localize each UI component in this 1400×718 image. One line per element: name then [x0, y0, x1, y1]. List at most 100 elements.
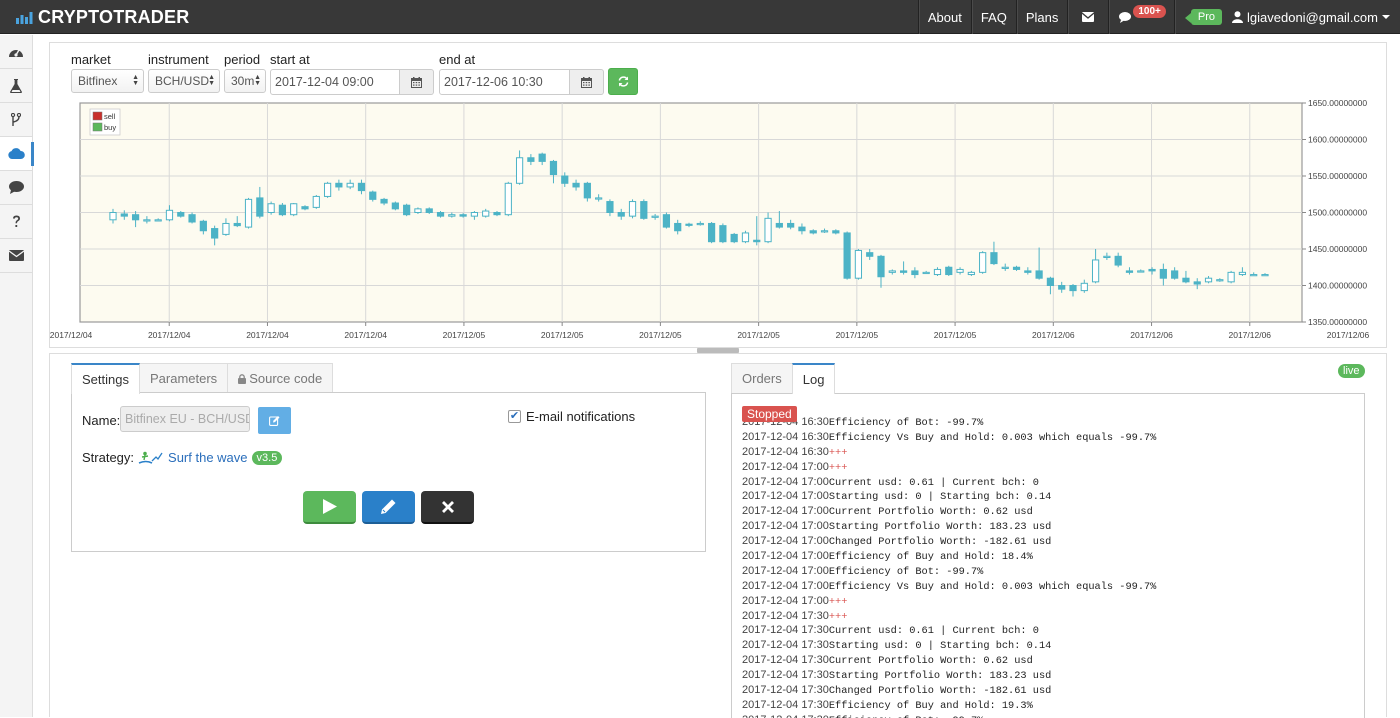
sidebar-item-lab[interactable] [0, 69, 32, 103]
log-timestamp: 2017-12-04 17:00 [742, 475, 829, 488]
end-calendar-button[interactable] [570, 69, 604, 95]
candle-body [787, 222, 795, 228]
left-sidebar [0, 35, 34, 717]
candle-body [606, 201, 614, 214]
start-calendar-button[interactable] [400, 69, 434, 95]
candle-body [1159, 268, 1167, 279]
candle-body [143, 219, 151, 222]
lock-icon [238, 373, 247, 384]
candle-body [617, 212, 625, 217]
candle-body [459, 214, 467, 217]
nav-chat[interactable]: 100+ [1108, 0, 1174, 34]
log-line: 2017-12-04 17:00Changed Portfolio Worth:… [742, 534, 1362, 549]
sidebar-item-contact[interactable] [0, 239, 32, 273]
candle-body [707, 222, 716, 243]
instrument-group: instrument BCH/USD ▲ ▼ [148, 52, 220, 93]
nav-messages[interactable] [1067, 0, 1108, 34]
log-line: 2017-12-04 16:30Efficiency Vs Buy and Ho… [742, 430, 1362, 445]
start-bot-button[interactable] [303, 491, 356, 524]
end-label: end at [439, 52, 476, 67]
start-label: start at [270, 52, 310, 67]
candle-body [775, 222, 783, 228]
envelope-icon [1082, 12, 1095, 22]
brand-logo[interactable]: CRYPTOTRADER [16, 6, 189, 28]
price-chart: 1650.00000000 1600.00000000 1550.00000000 1… [50, 99, 1388, 347]
x-tick-label: 2017/12/05 [737, 330, 780, 340]
market-select[interactable]: Bitfinex ▲ ▼ [71, 69, 144, 93]
candle-body [1261, 274, 1269, 277]
candle-body [1103, 255, 1111, 259]
nav-plans[interactable]: Plans [1015, 0, 1068, 34]
nav-about[interactable]: About [917, 0, 971, 34]
period-label: period [224, 52, 261, 67]
legend-swatch-sell [92, 111, 103, 121]
sidebar-item-cloud[interactable] [0, 137, 34, 171]
candle-body [1069, 285, 1077, 292]
candle-body [820, 230, 829, 233]
candle-body [628, 201, 637, 217]
candle-body [877, 255, 885, 278]
chat-bubble-icon [8, 181, 24, 194]
log-message: Starting usd: 0 | Starting bch: 0.14 [828, 640, 1052, 653]
sidebar-item-help[interactable] [0, 205, 32, 239]
period-group: period 30m ▲ ▼ [224, 52, 266, 93]
delete-bot-button[interactable] [421, 491, 474, 524]
log-timestamp: 2017-12-04 16:30 [742, 445, 829, 458]
settings-tabs: Settings Parameters Source code [71, 363, 334, 394]
tab-log[interactable]: Log [791, 363, 836, 394]
end-date-input[interactable]: 2017-12-06 10:30 [439, 69, 570, 95]
candle-body [470, 212, 479, 217]
candle-body [990, 252, 998, 265]
start-group: start at 2017-12-04 09:00 [270, 52, 434, 95]
refresh-button[interactable] [608, 68, 638, 95]
log-message: Efficiency of Bot: -99.7% [828, 417, 984, 429]
candle-body [335, 182, 343, 188]
nav-user-menu[interactable]: Pro lgiavedoni@gmail.com [1173, 0, 1400, 34]
email-notifications[interactable]: ✔ E-mail notifications [508, 409, 635, 424]
start-date-input[interactable]: 2017-12-04 09:00 [270, 69, 400, 95]
sidebar-item-dashboard[interactable] [0, 35, 32, 69]
candle-body [211, 228, 219, 239]
log-timestamp: 2017-12-04 17:00 [742, 460, 829, 473]
log-message: +++ [828, 610, 848, 623]
candle-body [267, 203, 275, 213]
edit-bot-button[interactable] [362, 491, 415, 524]
sidebar-item-forks[interactable] [0, 103, 32, 137]
candle-body [764, 217, 772, 243]
nav-faq-label: FAQ [980, 9, 1007, 25]
bot-name-input[interactable]: Bitfinex EU - BCH/USD [120, 406, 250, 432]
log-message: +++ [828, 595, 848, 608]
log-timestamp: 2017-12-04 17:30 [742, 698, 829, 711]
candle-body [922, 271, 930, 275]
edit-name-button[interactable] [258, 407, 291, 434]
sidebar-item-chat[interactable] [0, 171, 32, 205]
nav-faq[interactable]: FAQ [970, 0, 1016, 34]
tab-parameters[interactable]: Parameters [138, 363, 229, 393]
instrument-select[interactable]: BCH/USD ▲ ▼ [148, 69, 220, 93]
email-notifications-checkbox[interactable]: ✔ [508, 410, 521, 423]
y-tick-label: 1550.00000000 [1308, 171, 1367, 181]
candle-body [1114, 255, 1122, 266]
candle-body [1227, 271, 1235, 283]
x-tick-label: 2017/12/05 [541, 330, 584, 340]
candle-body [640, 201, 648, 219]
candle-body [899, 270, 908, 273]
tab-source-code[interactable]: Source code [227, 363, 334, 393]
candle-body [233, 222, 241, 227]
candle-body [854, 249, 863, 279]
strategy-link[interactable]: Surf the wave [168, 450, 248, 465]
candle-body [1125, 270, 1134, 273]
tab-orders[interactable]: Orders [731, 363, 793, 393]
log-message: Efficiency Vs Buy and Hold: 0.003 which … [828, 580, 1157, 593]
log-timestamp: 2017-12-04 17:30 [742, 669, 829, 682]
candle-body [131, 214, 140, 221]
tab-settings[interactable]: Settings [71, 363, 140, 394]
candle-body [945, 266, 953, 276]
period-select[interactable]: 30m ▲ ▼ [224, 69, 266, 93]
chat-bubble-icon [1119, 11, 1132, 23]
candle-body [730, 233, 738, 243]
candle-body [448, 214, 456, 217]
candle-body [1250, 274, 1258, 277]
brand-name: CRYPTOTRADER [38, 6, 190, 27]
log-panel[interactable]: Stopped 2017-12-04 16:30Efficiency of Bo… [731, 393, 1365, 718]
